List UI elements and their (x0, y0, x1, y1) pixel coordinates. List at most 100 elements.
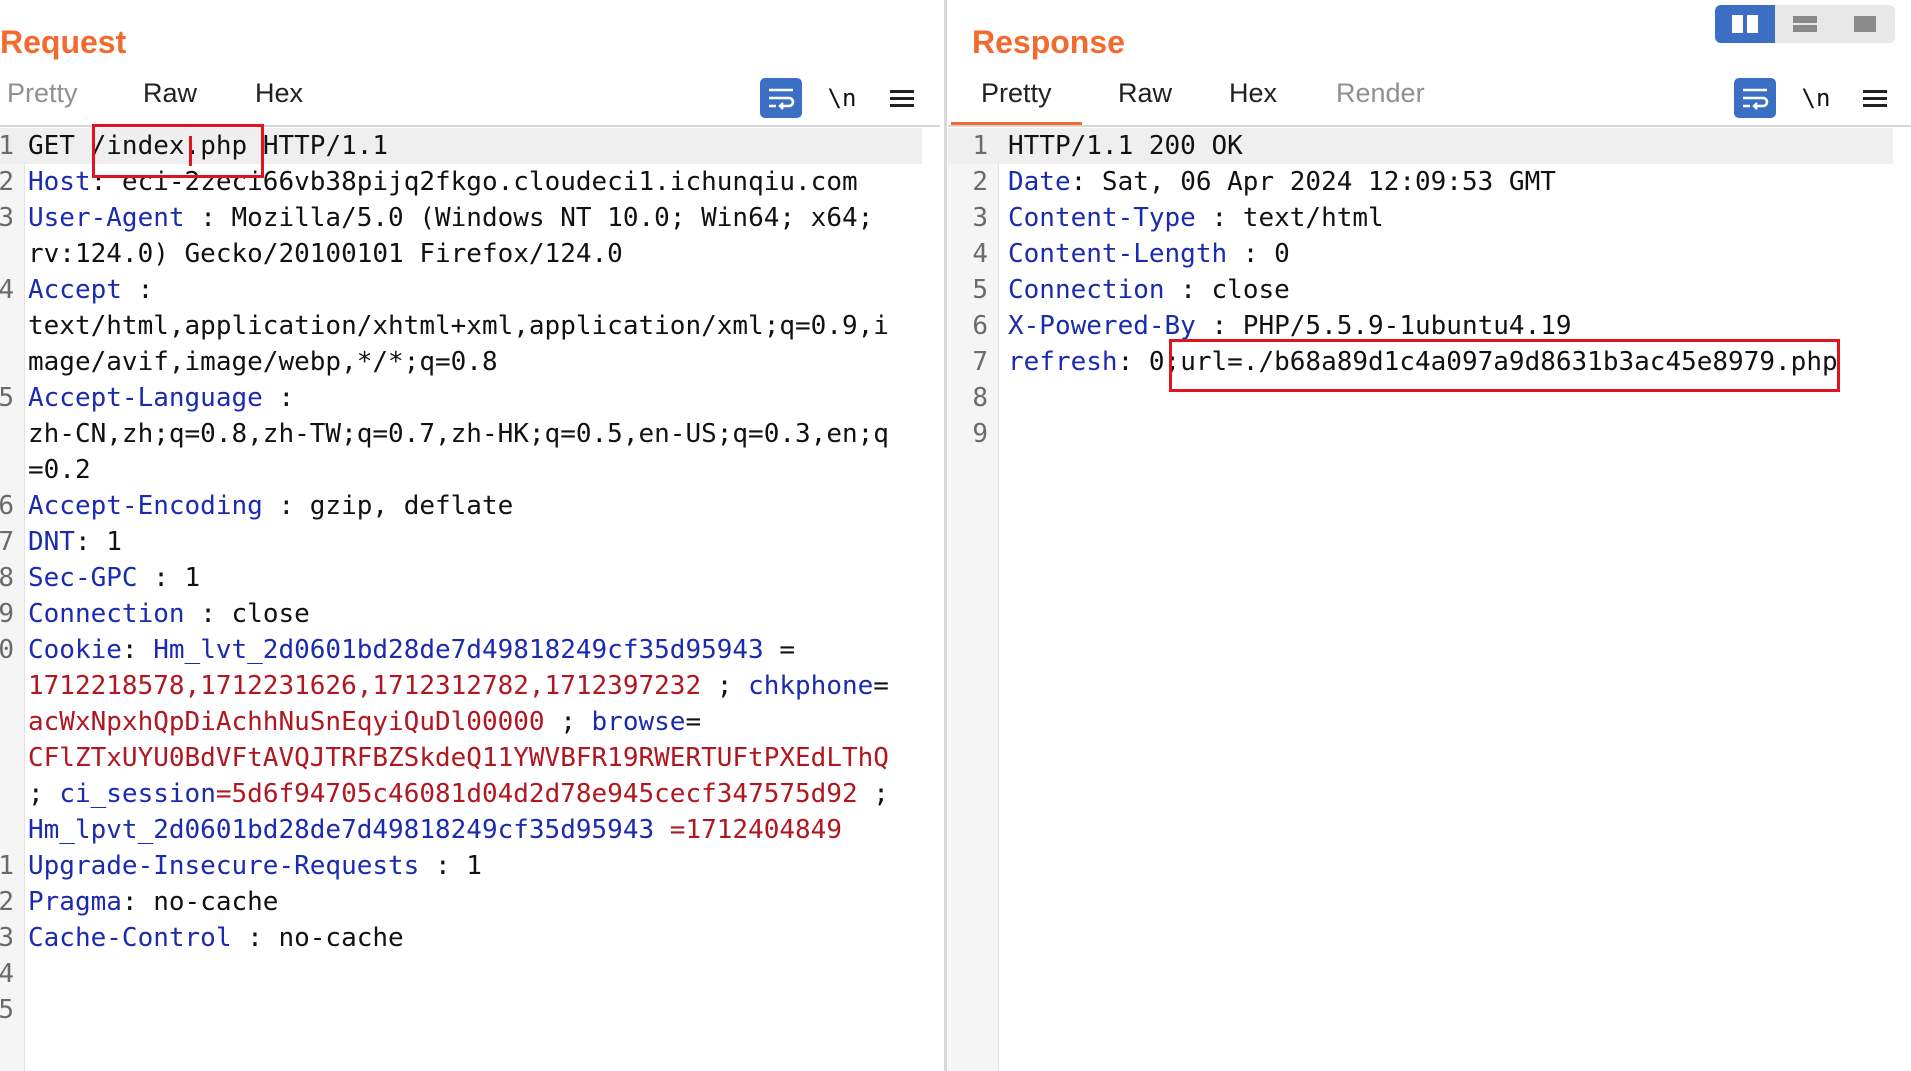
code-line[interactable]: 7 refresh: 0;url=./b68a89d1c4a097a9d8631b… (948, 344, 1893, 380)
header-name: User-Agent (28, 203, 185, 233)
code-line[interactable]: 3 Content-Type : text/html (948, 200, 1893, 236)
line-number: 6 (972, 311, 988, 341)
code-line[interactable]: 9 Connection : close (0, 596, 922, 632)
code-line[interactable]: 4 Content-Length : 0 (948, 236, 1893, 272)
code-line[interactable]: acWxNpxhQpDiAchhNuSnEqyiQuDl00000 ; brow… (0, 704, 922, 740)
wrap-lines-button[interactable] (760, 78, 802, 118)
response-wrap-lines-button[interactable] (1734, 78, 1776, 118)
response-tab-hex[interactable]: Hex (1229, 78, 1277, 109)
header-value: =0.2 (28, 455, 91, 485)
header-name: Pragma (28, 887, 122, 917)
code-line[interactable]: 4 (0, 956, 922, 992)
header-value: HTTP/1.1 (247, 131, 389, 161)
wrap-icon (769, 88, 795, 110)
text-cursor (189, 136, 192, 166)
header-name: Host (28, 167, 91, 197)
line-text: Cookie: Hm_lvt_2d0601bd28de7d49818249cf3… (28, 632, 795, 668)
line-text: HTTP/1.1 200 OK (1008, 128, 1243, 164)
code-line[interactable]: 1 Upgrade-Insecure-Requests : 1 (0, 848, 922, 884)
code-line[interactable]: zh-CN,zh;q=0.8,zh-TW;q=0.7,zh-HK;q=0.5,e… (0, 416, 922, 452)
header-value: ; (28, 779, 60, 809)
code-line[interactable]: 3 User-Agent : Mozilla/5.0 (Windows NT 10… (0, 200, 922, 236)
header-name: Connection (28, 599, 185, 629)
code-line[interactable]: =0.2 (0, 452, 922, 488)
header-name: Accept (28, 275, 122, 305)
header-value: : no-cache (121, 887, 279, 917)
line-number: 2 (0, 167, 14, 197)
request-tab-hex[interactable]: Hex (255, 78, 303, 109)
code-line[interactable]: 9 (948, 416, 1893, 452)
code-line[interactable]: 1 HTTP/1.1 200 OK (948, 128, 1893, 164)
line-text: Content-Type : text/html (1008, 200, 1384, 236)
line-text: GET /index.php HTTP/1.1 (28, 128, 388, 164)
line-text: Accept-Language : (28, 380, 294, 416)
request-menu-button[interactable] (887, 78, 917, 118)
header-name: Cookie (28, 635, 122, 665)
code-line[interactable]: 5 (0, 992, 922, 1028)
cookie-value: =5d6f94705c46081d04d2d78e945cecf347575d9… (215, 779, 858, 809)
request-title: Request (0, 24, 127, 60)
line-text: text/html,application/xhtml+xml,applicat… (28, 308, 889, 344)
hamburger-icon (1863, 86, 1887, 111)
response-menu-button[interactable] (1860, 78, 1890, 118)
header-value: HTTP/1.1 200 OK (1008, 131, 1243, 161)
header-name: Cache-Control (28, 923, 232, 953)
header-value: : 0;url=./b68a89d1c4a097a9d8631b3ac45e89… (1117, 347, 1838, 377)
wrap-icon (1743, 88, 1769, 110)
line-number: 2 (0, 887, 14, 917)
header-value: : PHP/5.5.9-1ubuntu4.19 (1195, 311, 1572, 341)
line-text: Accept : (28, 272, 153, 308)
code-line[interactable]: 6 X-Powered-By : PHP/5.5.9-1ubuntu4.19 (948, 308, 1893, 344)
line-text: Cache-Control : no-cache (28, 920, 404, 956)
code-line[interactable]: 2 Date: Sat, 06 Apr 2024 12:09:53 GMT (948, 164, 1893, 200)
code-line[interactable]: 8 Sec-GPC : 1 (0, 560, 922, 596)
response-tab-render[interactable]: Render (1336, 78, 1425, 109)
code-line[interactable]: ; ci_session=5d6f94705c46081d04d2d78e945… (0, 776, 922, 812)
code-line[interactable]: 8 (948, 380, 1893, 416)
code-line[interactable]: 5 Accept-Language : (0, 380, 922, 416)
response-tab-pretty[interactable]: Pretty (951, 78, 1081, 126)
line-text: Upgrade-Insecure-Requests : 1 (28, 848, 482, 884)
response-tab-raw[interactable]: Raw (1118, 78, 1172, 109)
code-line[interactable]: 6 Accept-Encoding : gzip, deflate (0, 488, 922, 524)
line-number: 8 (972, 383, 988, 413)
header-value: : gzip, deflate (262, 491, 514, 521)
cookie-value: 1712218578,1712231626,1712312782,1712397… (28, 671, 702, 701)
header-value: : 1 (419, 851, 482, 881)
header-value: : Sat, 06 Apr 2024 12:09:53 GMT (1070, 167, 1556, 197)
code-line[interactable]: 5 Connection : close (948, 272, 1893, 308)
code-line[interactable]: 7 DNT: 1 (0, 524, 922, 560)
code-line[interactable]: 0 Cookie: Hm_lvt_2d0601bd28de7d49818249cf… (0, 632, 922, 668)
code-line[interactable]: 2 Pragma: no-cache (0, 884, 922, 920)
response-show-newlines-button[interactable]: \n (1796, 78, 1836, 118)
line-number: 1 (972, 131, 988, 161)
header-value: : text/html (1195, 203, 1384, 233)
request-tab-raw[interactable]: Raw (143, 78, 197, 109)
code-line[interactable]: rv:124.0) Gecko/20100101 Firefox/124.0 (0, 236, 922, 272)
header-name: Date (1008, 167, 1071, 197)
code-line[interactable]: 1712218578,1712231626,1712312782,1712397… (0, 668, 922, 704)
line-number: 2 (972, 167, 988, 197)
show-newlines-button[interactable]: \n (822, 78, 862, 118)
code-line[interactable]: 3 Cache-Control : no-cache (0, 920, 922, 956)
header-value: ; (857, 779, 889, 809)
code-line[interactable]: 2 Host: eci-2zeci66vb38pijq2fkgo.cloudeci… (0, 164, 922, 200)
code-line[interactable]: 4 Accept : (0, 272, 922, 308)
line-number: 1 (0, 851, 14, 881)
header-value: : 1 (74, 527, 122, 557)
line-number: 0 (0, 635, 14, 665)
code-line[interactable]: Hm_lpvt_2d0601bd28de7d49818249cf35d95943… (0, 812, 922, 848)
code-line[interactable]: text/html,application/xhtml+xml,applicat… (0, 308, 922, 344)
header-value: ; (701, 671, 749, 701)
request-tab-pretty[interactable]: Pretty (7, 78, 78, 109)
header-value: : Mozilla/5.0 (Windows NT 10.0; Win64; x… (184, 203, 874, 233)
header-name: ci_session (59, 779, 216, 809)
line-text: =0.2 (28, 452, 91, 488)
line-text: acWxNpxhQpDiAchhNuSnEqyiQuDl00000 ; brow… (28, 704, 701, 740)
code-line[interactable]: CFlZTxUYU0BdVFtAVQJTRFBZSkdeQ11YWVBFR19R… (0, 740, 922, 776)
line-text: rv:124.0) Gecko/20100101 Firefox/124.0 (28, 236, 623, 272)
code-line[interactable]: mage/avif,image/webp,*/*;q=0.8 (0, 344, 922, 380)
code-line[interactable]: 1 GET /index.php HTTP/1.1 (0, 128, 922, 164)
line-number: 3 (0, 203, 14, 233)
header-value: : 0 (1227, 239, 1290, 269)
